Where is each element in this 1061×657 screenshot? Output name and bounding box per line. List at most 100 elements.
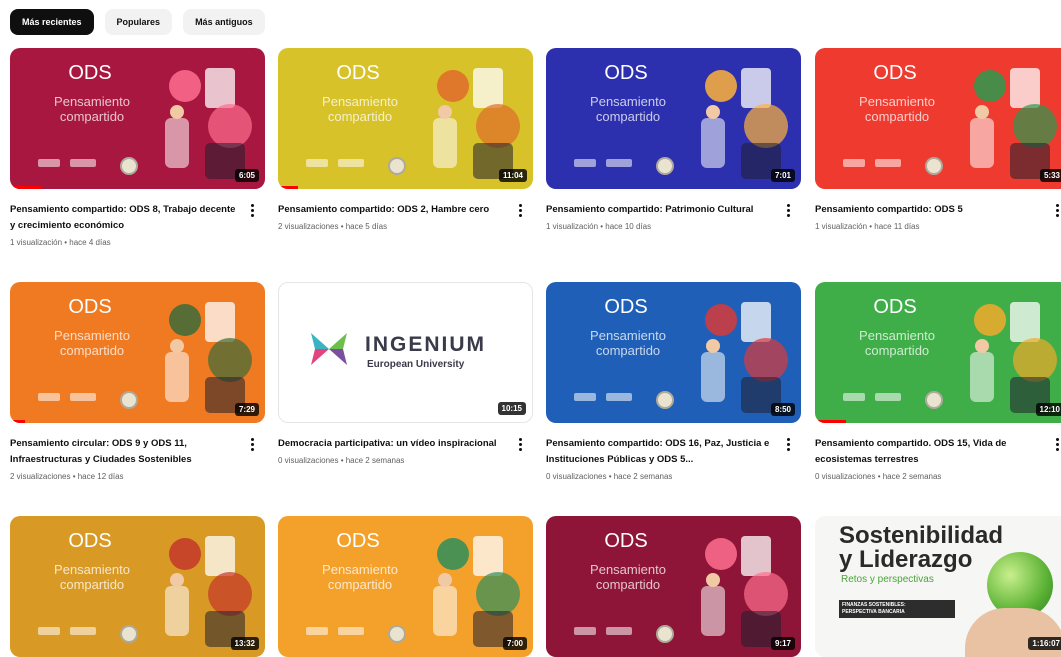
thumbnail-subtitle: Pensamiento compartido: [859, 328, 935, 358]
thumbnail-illustration: [145, 48, 265, 189]
watch-progress-bar: [278, 186, 299, 189]
university-seal: [120, 157, 138, 175]
video-duration: 6:05: [234, 169, 259, 182]
video-title[interactable]: Pensamiento compartido: ODS 2, Hambre ce…: [278, 202, 508, 218]
thumbnail-illustration: [950, 48, 1061, 189]
video-thumbnail[interactable]: ODS Pensamiento compartido 7:29: [10, 282, 265, 423]
video-info: Pensamiento compartido: ODS 2, Hambre ce…: [278, 202, 533, 231]
video-metadata: 0 visualizaciones • hace 2 semanas: [815, 472, 942, 481]
thumbnail-illustration: [145, 282, 265, 423]
ods-label: ODS: [68, 530, 112, 552]
filter-chip-popular[interactable]: Populares: [104, 9, 173, 35]
more-options-icon[interactable]: [515, 436, 525, 452]
university-seal: [388, 625, 406, 643]
video-duration: 10:15: [497, 402, 526, 415]
infobox-line-1: FINANZAS SOSTENIBLES:: [842, 602, 906, 608]
filter-chip-recent[interactable]: Más recientes: [10, 9, 94, 35]
video-title[interactable]: Pensamiento compartido: ODS 16, Paz, Jus…: [546, 436, 776, 468]
university-seal: [120, 391, 138, 409]
more-options-icon[interactable]: [1052, 202, 1061, 218]
video-duration: 9:17: [770, 637, 795, 650]
video-card[interactable]: ODS Pensamiento compartido 7:00: [278, 516, 533, 657]
university-seal: [656, 157, 674, 175]
video-thumbnail[interactable]: ODS Pensamiento compartido 6:05: [10, 48, 265, 189]
video-card[interactable]: ODS Pensamiento compartido 5:33 Pensamient…: [815, 48, 1061, 248]
video-duration: 1:16:07: [1028, 637, 1061, 650]
video-duration: 7:29: [234, 403, 259, 416]
video-metadata: 1 visualización • hace 10 días: [546, 222, 652, 231]
video-metadata: 1 visualización • hace 11 días: [815, 222, 920, 231]
brand-subtitle: European University: [367, 359, 465, 370]
video-card[interactable]: ODS Pensamiento compartido 13:32: [10, 516, 265, 657]
video-card[interactable]: ODS Pensamiento compartido 8:50 Pensamient…: [546, 282, 801, 482]
university-seal: [120, 625, 138, 643]
thumbnail-headline-2: y Liderazgo: [839, 546, 973, 573]
thumbnail-subtitle: Pensamiento compartido: [590, 328, 666, 358]
video-title[interactable]: Pensamiento compartido: ODS 8, Trabajo d…: [10, 202, 240, 234]
infobox-line-2: PERSPECTIVA BANCARIA: [842, 609, 905, 615]
thumbnail-subtitle: Pensamiento compartido: [590, 562, 666, 592]
thumbnail-illustration: [681, 282, 801, 423]
video-card[interactable]: Sostenibilidad y Liderazgo Retos y perspec…: [815, 516, 1061, 657]
thumbnail-illustration: [681, 516, 801, 657]
thumbnail-subtitle: Pensamiento compartido: [54, 562, 130, 592]
ods-label: ODS: [336, 62, 380, 84]
video-thumbnail[interactable]: INGENIUM European University 10:15: [278, 282, 533, 423]
video-metadata: 0 visualizaciones • hace 2 semanas: [278, 456, 405, 465]
university-seal: [925, 391, 943, 409]
video-thumbnail[interactable]: ODS Pensamiento compartido 9:17: [546, 516, 801, 657]
video-metadata: 1 visualización • hace 4 días: [10, 238, 111, 247]
more-options-icon[interactable]: [783, 436, 793, 452]
video-thumbnail[interactable]: ODS Pensamiento compartido 8:50: [546, 282, 801, 423]
video-duration: 13:32: [230, 637, 259, 650]
thumbnail-subtitle: Pensamiento compartido: [322, 94, 398, 124]
ods-label: ODS: [336, 530, 380, 552]
watch-progress-bar: [10, 186, 41, 189]
filter-chip-oldest[interactable]: Más antiguos: [183, 9, 265, 35]
video-info: Democracia participativa: un vídeo inspi…: [278, 436, 533, 465]
thumbnail-tagline: Retos y perspectivas: [841, 574, 934, 585]
video-card[interactable]: ODS Pensamiento compartido 9:17: [546, 516, 801, 657]
video-thumbnail[interactable]: ODS Pensamiento compartido 12:10: [815, 282, 1061, 423]
ods-label: ODS: [604, 296, 648, 318]
more-options-icon[interactable]: [1052, 436, 1061, 452]
video-thumbnail[interactable]: Sostenibilidad y Liderazgo Retos y perspec…: [815, 516, 1061, 657]
video-thumbnail[interactable]: ODS Pensamiento compartido 13:32: [10, 516, 265, 657]
video-card[interactable]: ODS Pensamiento compartido 7:29 Pensamient…: [10, 282, 265, 482]
brand-name: INGENIUM: [365, 333, 486, 356]
video-title[interactable]: Pensamiento compartido: Patrimonio Cultu…: [546, 202, 776, 218]
thumbnail-subtitle: Pensamiento compartido: [859, 94, 935, 124]
video-card[interactable]: ODS Pensamiento compartido 6:05 Pensamient…: [10, 48, 265, 248]
thumbnail-illustration: [681, 48, 801, 189]
video-card[interactable]: ODS Pensamiento compartido 11:04 Pensamien…: [278, 48, 533, 248]
university-seal: [656, 625, 674, 643]
video-thumbnail[interactable]: ODS Pensamiento compartido 11:04: [278, 48, 533, 189]
video-metadata: 0 visualizaciones • hace 2 semanas: [546, 472, 673, 481]
video-duration: 7:00: [502, 637, 527, 650]
video-card[interactable]: ODS Pensamiento compartido 12:10 Pensamien…: [815, 282, 1061, 482]
more-options-icon[interactable]: [515, 202, 525, 218]
video-thumbnail[interactable]: ODS Pensamiento compartido 7:01: [546, 48, 801, 189]
thumbnail-subtitle: Pensamiento compartido: [590, 94, 666, 124]
video-thumbnail[interactable]: ODS Pensamiento compartido 7:00: [278, 516, 533, 657]
thumbnail-illustration: [413, 516, 533, 657]
more-options-icon[interactable]: [247, 202, 257, 218]
university-seal: [388, 157, 406, 175]
video-card[interactable]: ODS Pensamiento compartido 7:01 Pensamient…: [546, 48, 801, 248]
thumbnail-subtitle: Pensamiento compartido: [54, 94, 130, 124]
video-title[interactable]: Pensamiento compartido. ODS 15, Vida de …: [815, 436, 1045, 468]
more-options-icon[interactable]: [783, 202, 793, 218]
video-title[interactable]: Democracia participativa: un vídeo inspi…: [278, 436, 508, 452]
thumbnail-illustration: [145, 516, 265, 657]
video-card[interactable]: INGENIUM European University 10:15 Democrac…: [278, 282, 533, 482]
video-title[interactable]: Pensamiento circular: ODS 9 y ODS 11, In…: [10, 436, 240, 468]
video-thumbnail[interactable]: ODS Pensamiento compartido 5:33: [815, 48, 1061, 189]
video-metadata: 2 visualizaciones • hace 12 días: [10, 472, 124, 481]
video-info: Pensamiento compartido: ODS 16, Paz, Jus…: [546, 436, 801, 481]
more-options-icon[interactable]: [247, 436, 257, 452]
ods-label: ODS: [873, 296, 917, 318]
video-title[interactable]: Pensamiento compartido: ODS 5: [815, 202, 1045, 218]
ingenium-logo: [307, 327, 351, 371]
video-duration: 7:01: [770, 169, 795, 182]
ods-label: ODS: [68, 62, 112, 84]
